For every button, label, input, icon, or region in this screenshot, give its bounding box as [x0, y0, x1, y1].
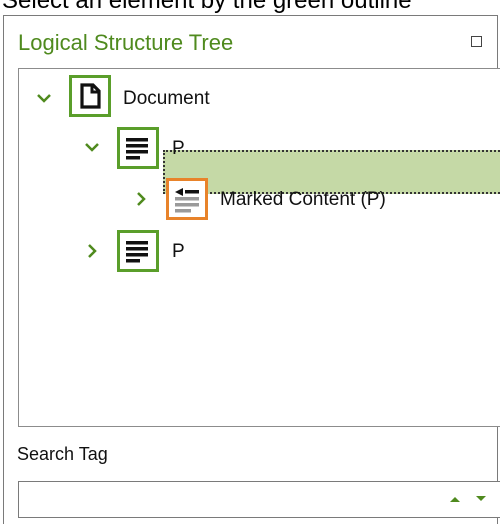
chevron-down-icon[interactable] [83, 138, 101, 156]
selected-row-highlight [163, 150, 500, 194]
clipped-heading-text: Select an element by the green outline [2, 0, 412, 14]
tree-node-label: P [172, 138, 185, 159]
chevron-down-icon[interactable] [35, 89, 53, 107]
search-tag-input[interactable] [21, 484, 445, 516]
paragraph-icon [117, 230, 159, 272]
document-icon [69, 75, 111, 117]
search-tag-label: Search Tag [17, 444, 108, 464]
tree-node-label: Marked Content (P) [220, 189, 386, 210]
square-icon[interactable] [471, 36, 482, 47]
search-tag-field[interactable] [18, 481, 500, 518]
arrow-down-icon[interactable] [475, 495, 487, 503]
tree-node-label: Document [123, 88, 210, 109]
chevron-right-icon[interactable] [83, 242, 101, 260]
marked-content-icon [166, 178, 208, 220]
panel-title: Logical Structure Tree [18, 30, 234, 55]
clipped-heading: Select an element by the green outline [0, 0, 501, 14]
arrow-up-icon[interactable] [449, 495, 461, 503]
tree-node-label: P [172, 241, 185, 262]
chevron-right-icon[interactable] [132, 190, 150, 208]
paragraph-icon [117, 127, 159, 169]
